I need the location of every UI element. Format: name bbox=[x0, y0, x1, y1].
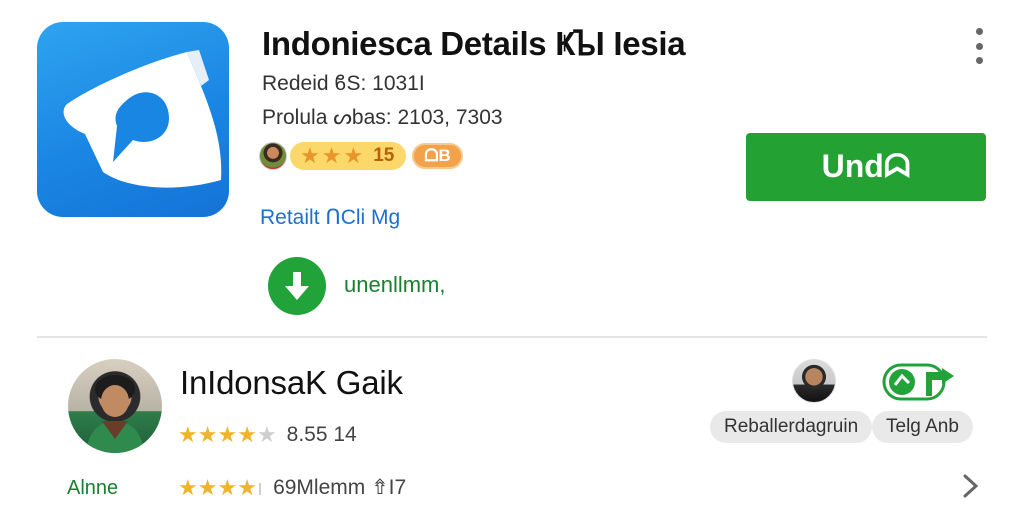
section-divider bbox=[37, 336, 987, 338]
app-meta-line-2: Prolula ᔕbas: 2103, 7303 bbox=[262, 106, 503, 129]
developer-avatar[interactable] bbox=[68, 359, 162, 453]
star-icon: ★ bbox=[197, 474, 218, 500]
star-icon: ★ bbox=[178, 422, 198, 447]
developer-rating-row: ★ ★ ★ ★ ★ 8.55 14 bbox=[178, 423, 357, 447]
star-icon: ★ bbox=[217, 474, 238, 500]
star-icon: ★ bbox=[237, 422, 257, 447]
reviewer-avatar[interactable] bbox=[792, 359, 836, 403]
developer-chip-1[interactable]: Reballerdagruin bbox=[710, 411, 873, 443]
download-label[interactable]: unenllmm, bbox=[344, 272, 445, 298]
share-icon[interactable] bbox=[882, 362, 958, 402]
content-badge[interactable]: ᗝB bbox=[412, 143, 463, 169]
app-logo-icon bbox=[37, 22, 229, 217]
rating-value: 15 bbox=[373, 145, 395, 166]
developer-name[interactable]: InIdonsaK Gaik bbox=[180, 364, 403, 402]
star-icon: ★ bbox=[217, 422, 238, 447]
rating-avatar bbox=[259, 142, 287, 170]
star-icon: ★ bbox=[197, 422, 218, 447]
developer-side-label: Alnne bbox=[67, 477, 119, 499]
app-title: Indoniesca Details ҜᲆI Iesia bbox=[262, 25, 686, 62]
developer-chip-2[interactable]: Telg Anb bbox=[872, 411, 973, 443]
retail-link[interactable]: Retailt ᑎCli Mg bbox=[260, 205, 400, 230]
star-empty-icon: ı bbox=[256, 474, 264, 500]
download-icon[interactable] bbox=[268, 257, 326, 315]
developer-stats-row: ★ ★ ★ ★ ı 69Mlemm ⇮I7 bbox=[178, 475, 406, 500]
developer-rating-text: 8.55 14 bbox=[286, 423, 357, 446]
chevron-right-icon[interactable] bbox=[958, 473, 982, 499]
star-icon: ★ bbox=[343, 143, 364, 168]
rating-row: ★ ★ ★ 15 ᗝB bbox=[259, 141, 463, 171]
star-icon: ★ bbox=[178, 474, 198, 500]
more-options-icon[interactable] bbox=[968, 28, 990, 64]
star-icon: ★ bbox=[321, 143, 342, 168]
install-button[interactable]: Undᗣ bbox=[746, 133, 986, 201]
app-meta-line-1: Redeid ϐS: 1031Ι bbox=[262, 72, 425, 95]
rating-pill[interactable]: ★ ★ ★ 15 bbox=[290, 142, 407, 170]
star-icon: ★ bbox=[300, 143, 320, 168]
developer-stats-text: 69Mlemm ⇮I7 bbox=[273, 476, 407, 499]
star-empty-icon: ★ bbox=[256, 422, 277, 447]
star-icon: ★ bbox=[237, 474, 257, 500]
